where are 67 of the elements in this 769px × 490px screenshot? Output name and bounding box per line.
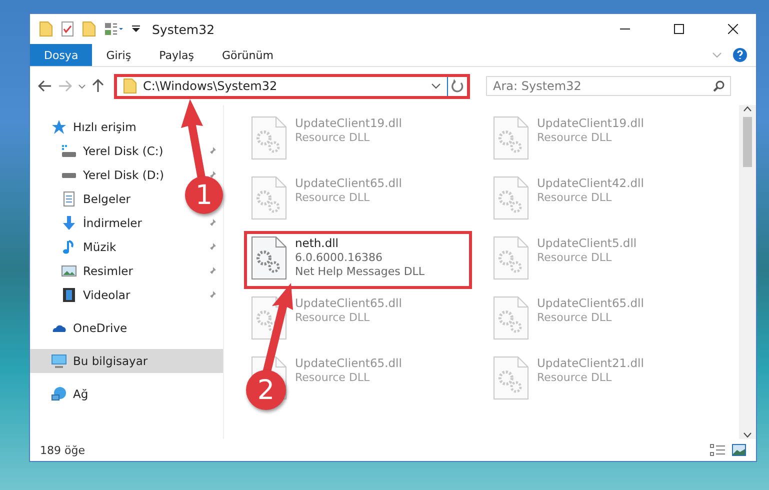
dll-file-icon (251, 236, 287, 280)
document-icon (61, 191, 77, 207)
window-title: System32 (152, 22, 216, 36)
film-strip-icon (61, 287, 77, 303)
chevron-down-icon[interactable] (431, 82, 441, 90)
file-detail: Resource DLL (295, 131, 371, 144)
properties-icon[interactable] (61, 21, 74, 37)
file-detail: Net Help Messages DLL (295, 265, 425, 278)
close-icon (728, 24, 738, 34)
scrollbar[interactable] (739, 105, 756, 439)
navigation-item[interactable]: Videolar (61, 287, 130, 303)
item-count: 189 öğe (40, 444, 86, 456)
search-field[interactable]: Ara: System32 (486, 76, 731, 96)
file-detail: Resource DLL (537, 371, 613, 384)
dll-file-icon (251, 116, 287, 160)
computer-monitor-icon (51, 353, 67, 369)
file-detail: Resource DLL (537, 191, 613, 204)
details-view-icon[interactable] (710, 444, 726, 456)
picture-icon (61, 263, 77, 279)
file-detail: Resource DLL (295, 311, 371, 324)
ribbon-tab[interactable]: Giriş (92, 44, 146, 66)
file-detail: Resource DLL (537, 311, 613, 324)
navigation-item[interactable]: Resimler (61, 263, 133, 279)
recent-locations-button[interactable] (78, 82, 86, 90)
navigation-item[interactable]: Hızlı erişim (51, 119, 136, 135)
star-icon (51, 119, 67, 135)
navigation-item[interactable]: Müzik (61, 239, 116, 255)
navigation-item[interactable]: Bu bilgisayar (51, 353, 148, 369)
view-list-icon[interactable] (104, 22, 124, 36)
dropdown-caret-icon[interactable] (132, 24, 140, 34)
navigation-item[interactable]: Belgeler (61, 191, 131, 207)
dll-file-icon (493, 356, 529, 400)
large-icons-view-icon[interactable] (732, 444, 746, 456)
drive-icon (61, 172, 77, 178)
folder-icon (39, 21, 53, 37)
ribbon-tab[interactable]: Dosya (30, 44, 92, 66)
dll-file-icon (493, 296, 529, 340)
folder-icon (123, 78, 137, 94)
dll-file-icon (493, 176, 529, 220)
network-globe-icon (51, 386, 67, 402)
scroll-down-icon[interactable] (743, 431, 752, 439)
new-folder-icon (82, 21, 96, 37)
back-button[interactable] (38, 80, 52, 92)
dll-file-icon (493, 236, 529, 280)
navigation-item[interactable]: Ağ (51, 386, 88, 402)
ribbon-tab[interactable]: Paylaş (145, 44, 208, 66)
dll-file-icon (251, 176, 287, 220)
navigation-item[interactable]: İndirmeler (61, 215, 142, 231)
file-detail: Resource DLL (537, 251, 613, 264)
file-detail: Resource DLL (295, 371, 371, 384)
navigation-item[interactable]: Yerel Disk (C:) (61, 143, 164, 159)
navigation-item[interactable]: OneDrive (51, 320, 128, 336)
scroll-up-icon[interactable] (743, 105, 752, 113)
navigation-item[interactable]: Yerel Disk (D:) (61, 168, 164, 182)
drive-icon (61, 143, 77, 159)
search-icon[interactable] (713, 80, 725, 92)
up-button[interactable] (92, 79, 104, 93)
scrollbar-thumb[interactable] (743, 117, 752, 167)
maximize-icon (674, 24, 684, 34)
dll-file-icon (493, 116, 529, 160)
file-detail: Resource DLL (295, 191, 371, 204)
address-bar[interactable]: C:\Windows\System32 (114, 74, 470, 98)
file-detail: 6.0.6000.16386 (295, 251, 384, 264)
file-name[interactable]: neth.dll (295, 236, 425, 250)
download-arrow-icon (61, 215, 77, 231)
ribbon-tab[interactable]: Görünüm (208, 44, 288, 66)
file-detail: Resource DLL (537, 131, 613, 144)
